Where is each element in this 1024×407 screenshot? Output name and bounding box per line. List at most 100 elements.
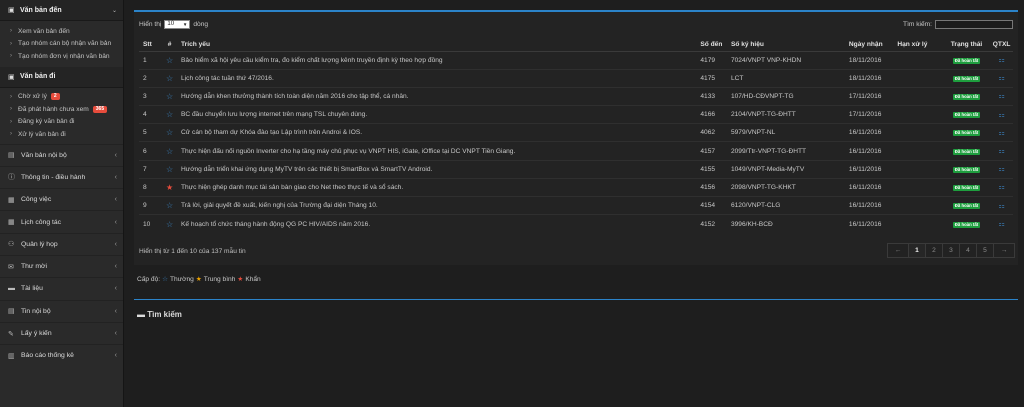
search-section-title[interactable]: ▬ Tìm kiếm — [137, 310, 182, 319]
cell-priority: ★ — [160, 177, 180, 197]
cell-so-den: 4062 — [698, 123, 729, 142]
page-button[interactable]: 2 — [925, 243, 943, 258]
cell-trang-thai: Đã hoàn tất — [942, 159, 991, 179]
sitemap-icon[interactable]: ⚏ — [998, 148, 1004, 155]
priority-legend: Cấp độ: ☆ Thường ★ Trung bình ★ Khẩn — [137, 275, 263, 284]
sitemap-icon[interactable]: ⚏ — [998, 184, 1004, 191]
col-ngay-nhan[interactable]: Ngày nhận — [846, 39, 896, 52]
sidebar-item-label: Tài liệu — [21, 285, 43, 293]
cell-priority: ☆ — [160, 105, 180, 124]
sidebar-item[interactable]: ⓘ Thông tin - điều hành ‹ — [0, 165, 123, 188]
sidebar-subitem-unit-group[interactable]: › Tạo nhóm đơn vị nhận văn bản — [0, 50, 123, 63]
sidebar-item-label: Thông tin - điều hành — [21, 173, 86, 181]
calendar-icon: ▦ — [8, 219, 15, 227]
sidebar-subitem-view-incoming[interactable]: › Xem văn bản đến — [0, 25, 123, 38]
page-button[interactable]: 4 — [959, 243, 977, 258]
sidebar-item[interactable]: ✉ Thư mời ‹ — [0, 254, 123, 277]
sidebar-subitem-pending[interactable]: › Chờ xử lý 2 — [0, 91, 123, 104]
sidebar-header-incoming[interactable]: ▣ Văn bản đến ⌄ — [0, 0, 123, 21]
info-icon: ⓘ — [8, 174, 15, 182]
sidebar-item[interactable]: ▬ Tài liệu ‹ — [0, 277, 123, 299]
search-input[interactable] — [935, 19, 1013, 29]
table-row[interactable]: 9 ☆ Trả lời, giải quyết đề xuất, kiến nghị… — [139, 195, 1013, 215]
cell-trang-thai: Đã hoàn tất — [942, 50, 991, 70]
cell-so-den: 4155 — [698, 159, 729, 179]
page-next-button[interactable]: → — [993, 243, 1015, 258]
sidebar-item[interactable]: ✎ Lấy ý kiến ‹ — [0, 321, 123, 344]
page-size-value: 10 — [167, 21, 175, 27]
col-so-ky-hieu[interactable]: Số ký hiệu — [728, 39, 847, 52]
col-hash[interactable]: # — [160, 39, 180, 52]
sidebar-subitem-issued-unread[interactable]: › Đã phát hành chưa xem 365 — [0, 103, 123, 116]
cell-qtxl: ⚏ — [990, 214, 1013, 233]
col-trich-yeu[interactable]: Trích yếu — [179, 39, 699, 52]
cell-trich-yeu[interactable]: Trả lời, giải quyết đề xuất, kiến nghị c… — [179, 195, 699, 215]
table-row[interactable]: 2 ☆ Lịch công tác tuần thứ 47/2016. 4175 LCT… — [139, 68, 1013, 88]
sitemap-icon[interactable]: ⚏ — [998, 57, 1004, 64]
cell-so-ky-hieu: 2098/VNPT-TG-KHKT — [728, 177, 847, 197]
cell-so-den: 4157 — [698, 141, 729, 161]
page-button[interactable]: 3 — [942, 243, 960, 258]
table-row[interactable]: 4 ☆ BC đầu chuyển lưu lượng internet trên … — [139, 105, 1013, 124]
cell-trang-thai: Đã hoàn tất — [942, 86, 991, 106]
cell-trich-yeu[interactable]: Hướng dẫn khen thưởng thành tích toàn di… — [179, 86, 699, 106]
cell-trich-yeu[interactable]: BC đầu chuyển lưu lượng internet trên mạ… — [179, 105, 699, 124]
page-prev-button[interactable]: ← — [887, 243, 909, 258]
cell-so-den: 4175 — [698, 68, 729, 88]
table-row[interactable]: 10 ☆ Kế hoạch tổ chức tháng hành động QG P… — [139, 214, 1013, 233]
sidebar-item[interactable]: ▤ Văn bản nội bộ ‹ — [0, 143, 123, 166]
table-row[interactable]: 8 ★ Thực hiện ghép danh mục tài sản bàn gi… — [139, 177, 1013, 197]
sitemap-icon[interactable]: ⚏ — [998, 221, 1004, 228]
sitemap-icon[interactable]: ⚏ — [998, 166, 1004, 173]
sidebar-item-label: Quản lý họp — [21, 240, 58, 248]
cell-trich-yeu[interactable]: Bảo hiểm xã hội yêu cầu kiểm tra, đo kiể… — [179, 50, 699, 70]
cell-ngay-nhan: 17/11/2016 — [846, 86, 896, 106]
sidebar-subitem-register-outgoing[interactable]: › Đăng ký văn bản đi — [0, 116, 123, 129]
table-row[interactable]: 5 ☆ Cử cán bộ tham dự Khóa đào tạo Lập trì… — [139, 123, 1013, 142]
sidebar-item[interactable]: ▦ Lịch công tác ‹ — [0, 210, 123, 232]
sidebar-header-outgoing[interactable]: ▣ Văn bản đi — [0, 66, 123, 88]
page-button[interactable]: 1 — [908, 243, 926, 258]
sitemap-icon[interactable]: ⚏ — [998, 75, 1004, 82]
sitemap-icon[interactable]: ⚏ — [998, 130, 1004, 137]
table-row[interactable]: 6 ☆ Thực hiện đấu nối nguồn Inverter cho h… — [139, 141, 1013, 161]
sidebar-subitem-label: Tạo nhóm cán bộ nhận văn bản — [18, 40, 112, 48]
table-row[interactable]: 3 ☆ Hướng dẫn khen thưởng thành tích toàn … — [139, 86, 1013, 106]
legend-normal: Thường — [170, 275, 194, 283]
sitemap-icon[interactable]: ⚏ — [998, 93, 1004, 100]
cell-ngay-nhan: 18/11/2016 — [846, 50, 896, 70]
sidebar-subitem-process-outgoing[interactable]: › Xử lý văn bản đi — [0, 128, 123, 141]
col-so-den[interactable]: Số đến — [698, 39, 729, 52]
cell-trich-yeu[interactable]: Thực hiện ghép danh mục tài sản bàn giao… — [179, 177, 699, 197]
page-button[interactable]: 5 — [976, 243, 994, 258]
table-row[interactable]: 7 ☆ Hướng dẫn triển khai ứng dụng MyTV trê… — [139, 159, 1013, 179]
page-size-select[interactable]: 10 ▼ — [164, 19, 191, 29]
cell-priority: ☆ — [160, 214, 180, 233]
status-badge: Đã hoàn tất — [952, 112, 981, 119]
col-han-xu-ly[interactable]: Hạn xử lý — [895, 39, 943, 52]
sidebar-item[interactable]: ⚇ Quản lý họp ‹ — [0, 232, 123, 255]
cell-qtxl: ⚏ — [990, 123, 1013, 142]
star-outline-icon: ☆ — [165, 110, 174, 120]
cell-priority: ☆ — [160, 159, 180, 179]
sidebar-item[interactable]: ▤ Tin nội bộ ‹ — [0, 299, 123, 322]
cell-ngay-nhan: 16/11/2016 — [846, 141, 896, 161]
sitemap-icon[interactable]: ⚏ — [998, 203, 1004, 210]
sidebar-subitem-staff-group[interactable]: › Tạo nhóm cán bộ nhận văn bản — [0, 38, 123, 51]
cell-trich-yeu[interactable]: Kế hoạch tổ chức tháng hành động QG PC H… — [179, 214, 699, 233]
cell-trich-yeu[interactable]: Hướng dẫn triển khai ứng dụng MyTV trên … — [179, 159, 699, 179]
sidebar: ▣ Văn bản đến ⌄ › Xem văn bản đến › Tạo nh… — [0, 0, 124, 407]
cell-trang-thai: Đã hoàn tất — [942, 141, 991, 161]
cell-trich-yeu[interactable]: Lịch công tác tuần thứ 47/2016. — [179, 68, 699, 88]
sidebar-item[interactable]: ▦ Công việc ‹ — [0, 188, 123, 210]
table-row[interactable]: 1 ☆ Bảo hiểm xã hội yêu cầu kiểm tra, đo k… — [139, 50, 1013, 70]
status-badge: Đã hoàn tất — [952, 148, 981, 155]
cell-trich-yeu[interactable]: Cử cán bộ tham dự Khóa đào tạo Lập trình… — [179, 123, 699, 142]
cell-trich-yeu[interactable]: Thực hiện đấu nối nguồn Inverter cho hạ … — [179, 141, 699, 161]
col-trang-thai[interactable]: Trạng thái — [942, 39, 991, 52]
sidebar-item-label: Thư mời — [21, 263, 47, 271]
sidebar-item[interactable]: ▥ Báo cáo thống kê ‹ — [0, 344, 123, 366]
col-qtxl[interactable]: QTXL — [990, 39, 1013, 52]
sitemap-icon[interactable]: ⚏ — [998, 112, 1004, 119]
col-stt[interactable]: Stt — [139, 39, 161, 52]
